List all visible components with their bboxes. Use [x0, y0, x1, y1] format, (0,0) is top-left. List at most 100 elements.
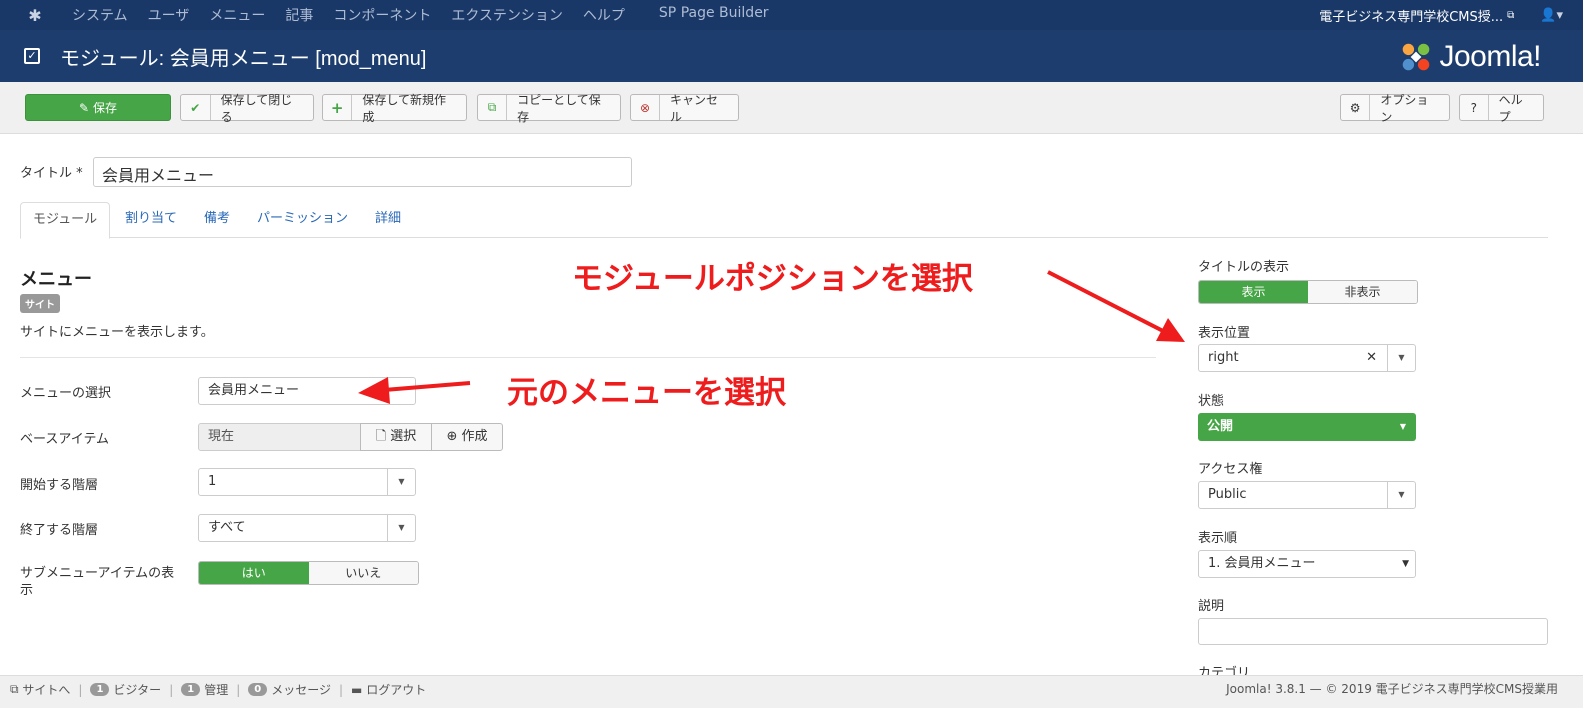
show-title-off[interactable]: 非表示: [1308, 281, 1417, 303]
status-label: 状態: [1198, 394, 1225, 409]
status-left: ⧉ サイトへ | 1 ビジター | 1 管理 | 0 メッセージ | ▬ ログア…: [10, 681, 427, 698]
module-description: サイトにメニューを表示します。: [20, 325, 214, 340]
file-icon: 🗋: [375, 429, 387, 444]
menu-users[interactable]: ユーザ: [138, 5, 200, 25]
toolbar: ✎ 保存 ✔ 保存して閉じる + 保存して新規作成 ⧉ コピーとして保存 ⊗ キ…: [0, 82, 1583, 134]
site-name-link[interactable]: 電子ビジネス専門学校CMS授...: [1319, 6, 1503, 25]
access-label: アクセス権: [1198, 462, 1263, 477]
joomla-logo-icon: [1403, 43, 1430, 71]
arrow-to-position: [1047, 270, 1168, 335]
messages-count: 0: [248, 683, 268, 696]
save-button[interactable]: ✎ 保存: [25, 94, 171, 121]
top-right: 電子ビジネス専門学校CMS授... ⧉ 👤▾: [1319, 0, 1563, 30]
site-badge: サイト: [20, 294, 60, 313]
joomla-icon[interactable]: ✱: [20, 6, 50, 25]
chevron-down-icon: ▼: [387, 469, 415, 495]
ordering-label: 表示順: [1198, 531, 1238, 546]
menu-menus[interactable]: メニュー: [199, 5, 275, 25]
start-level-label: 開始する階層: [20, 478, 99, 493]
base-item-field: 現在: [198, 423, 361, 451]
joomla-brand: Joomla!: [1397, 38, 1541, 76]
tab-notes[interactable]: 備考: [192, 202, 242, 238]
start-level-select[interactable]: 1 ▼: [198, 468, 416, 496]
ordering-select[interactable]: 1. 会員用メニュー ▼: [1198, 550, 1416, 578]
tab-permissions[interactable]: パーミッション: [245, 202, 360, 238]
menu-select-label: メニューの選択: [20, 386, 112, 401]
chevron-down-icon: ▼: [1387, 482, 1415, 508]
menu-extensions[interactable]: エクステンション: [441, 5, 573, 25]
external-link-icon: ⧉: [10, 682, 23, 696]
menu-components[interactable]: コンポーネント: [323, 5, 441, 25]
show-submenu-toggle: はい いいえ: [198, 561, 419, 585]
show-submenu-yes[interactable]: はい: [199, 562, 309, 584]
note-label: 説明: [1198, 599, 1225, 614]
chevron-down-icon: ▼: [387, 515, 415, 541]
copy-icon: ⧉: [478, 95, 508, 120]
cancel-icon: ⊗: [631, 95, 661, 120]
tab-assignment[interactable]: 割り当て: [113, 202, 189, 238]
status-select[interactable]: 公開 ▼: [1198, 413, 1416, 441]
save-new-button[interactable]: + 保存して新規作成: [322, 93, 467, 124]
gear-icon: ⚙: [1341, 95, 1371, 120]
show-title-label: タイトルの表示: [1198, 260, 1290, 275]
edit-icon: ✎: [78, 100, 90, 115]
base-item-select-button[interactable]: 🗋 選択: [360, 423, 432, 451]
end-level-select[interactable]: すべて ▼: [198, 514, 416, 542]
show-submenu-no[interactable]: いいえ: [308, 562, 418, 584]
chevron-down-icon: ▼: [1402, 559, 1409, 569]
title-label: タイトル *: [20, 166, 83, 181]
plus-circle-icon: ⊕: [446, 429, 458, 444]
logout-link[interactable]: ログアウト: [366, 681, 426, 698]
tab-bar: モジュール 割り当て 備考 パーミッション 詳細: [20, 202, 1548, 239]
messages-link[interactable]: メッセージ: [271, 681, 331, 698]
section-title: メニュー: [20, 269, 92, 290]
admins-link[interactable]: 管理: [204, 681, 228, 698]
show-title-on[interactable]: 表示: [1199, 281, 1308, 303]
base-item-create-button[interactable]: ⊕ 作成: [431, 423, 503, 451]
view-site-link[interactable]: サイトへ: [22, 681, 70, 698]
plus-icon: +: [323, 95, 353, 120]
status-bar: ⧉ サイトへ | 1 ビジター | 1 管理 | 0 メッセージ | ▬ ログア…: [0, 675, 1583, 708]
save-close-button[interactable]: ✔ 保存して閉じる: [180, 93, 314, 124]
tab-module[interactable]: モジュール: [20, 202, 111, 239]
menu-help[interactable]: ヘルプ: [573, 5, 635, 25]
copyright: Joomla! 3.8.1 — © 2019 電子ビジネス専門学校CMS授業用: [1226, 682, 1558, 696]
chevron-down-icon: ▼: [1399, 422, 1406, 431]
main-menu: システム ユーザ メニュー 記事 コンポーネント エクステンション ヘルプ SP…: [62, 5, 779, 25]
admins-count: 1: [181, 683, 201, 696]
brand-name: Joomla!: [1439, 40, 1541, 73]
menu-system[interactable]: システム: [62, 5, 138, 25]
access-select[interactable]: Public ▼: [1198, 481, 1416, 509]
external-link-icon: ⧉: [1507, 9, 1515, 21]
menu-select[interactable]: 会員用メニュー: [198, 377, 416, 405]
annotation-position: モジュールポジションを選択: [572, 261, 973, 297]
menu-content[interactable]: 記事: [275, 5, 323, 25]
clear-icon[interactable]: ✕: [1366, 345, 1377, 371]
show-submenu-label: サブメニューアイテムの表示: [20, 566, 175, 598]
page-header: ✓ モジュール: 会員用メニュー [mod_menu] Joomla!: [0, 30, 1583, 82]
top-navbar: ✱ システム ユーザ メニュー 記事 コンポーネント エクステンション ヘルプ …: [0, 0, 1583, 30]
chevron-down-icon: ▼: [1387, 345, 1415, 371]
page-title: モジュール: 会員用メニュー [mod_menu]: [60, 47, 427, 70]
save-copy-button[interactable]: ⧉ コピーとして保存: [477, 93, 621, 124]
checkbox-icon: ✓: [24, 48, 40, 64]
tab-details[interactable]: 詳細: [363, 202, 413, 238]
annotation-menu: 元のメニューを選択: [507, 375, 786, 411]
divider: [20, 357, 1156, 358]
options-button[interactable]: ⚙ オプション: [1340, 93, 1450, 124]
check-icon: ✔: [181, 95, 211, 120]
question-icon: ?: [1460, 95, 1489, 120]
title-input[interactable]: 会員用メニュー: [93, 157, 632, 187]
visitors-link[interactable]: ビジター: [113, 681, 161, 698]
note-input[interactable]: [1198, 618, 1548, 645]
end-level-label: 終了する階層: [20, 523, 99, 538]
menu-sp-page-builder[interactable]: SP Page Builder: [649, 5, 779, 25]
user-icon[interactable]: 👤▾: [1540, 8, 1563, 23]
position-label: 表示位置: [1198, 326, 1251, 341]
help-button[interactable]: ? ヘルプ: [1459, 93, 1544, 124]
base-item-label: ベースアイテム: [20, 432, 110, 447]
show-title-toggle: 表示 非表示: [1198, 280, 1418, 304]
position-select[interactable]: right ✕ ▼: [1198, 344, 1416, 372]
cancel-button[interactable]: ⊗ キャンセル: [630, 93, 739, 124]
arrowhead-position: [1156, 318, 1185, 342]
